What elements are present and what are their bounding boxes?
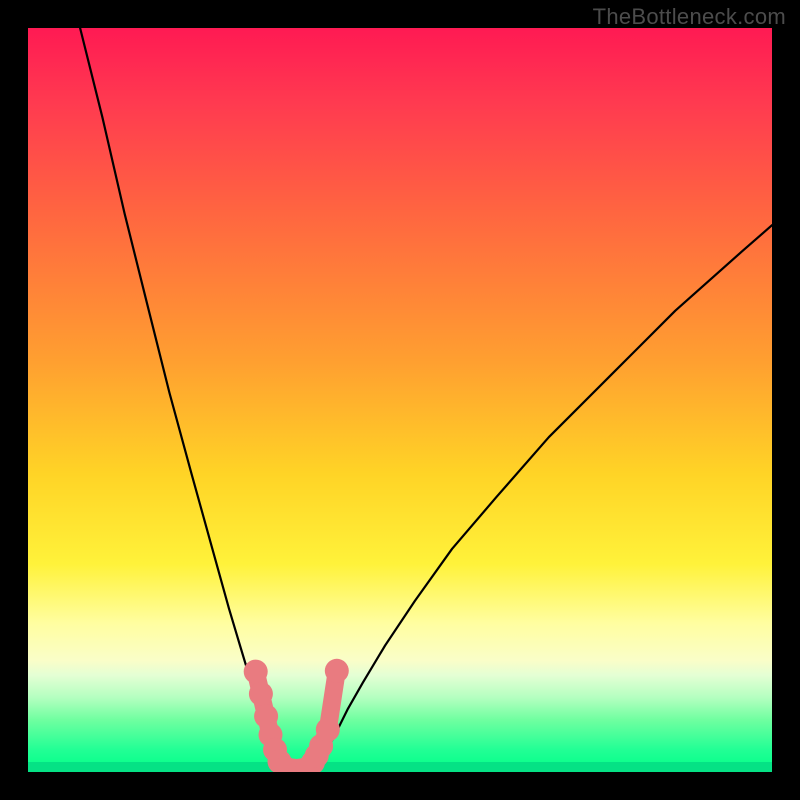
watermark-text: TheBottleneck.com <box>593 4 786 30</box>
curve-layer <box>28 28 772 772</box>
figure-frame: TheBottleneck.com <box>0 0 800 800</box>
curve-left-path <box>80 28 276 771</box>
plot-area <box>28 28 772 772</box>
curve-right-path <box>316 225 772 770</box>
valley-highlight <box>244 659 349 772</box>
